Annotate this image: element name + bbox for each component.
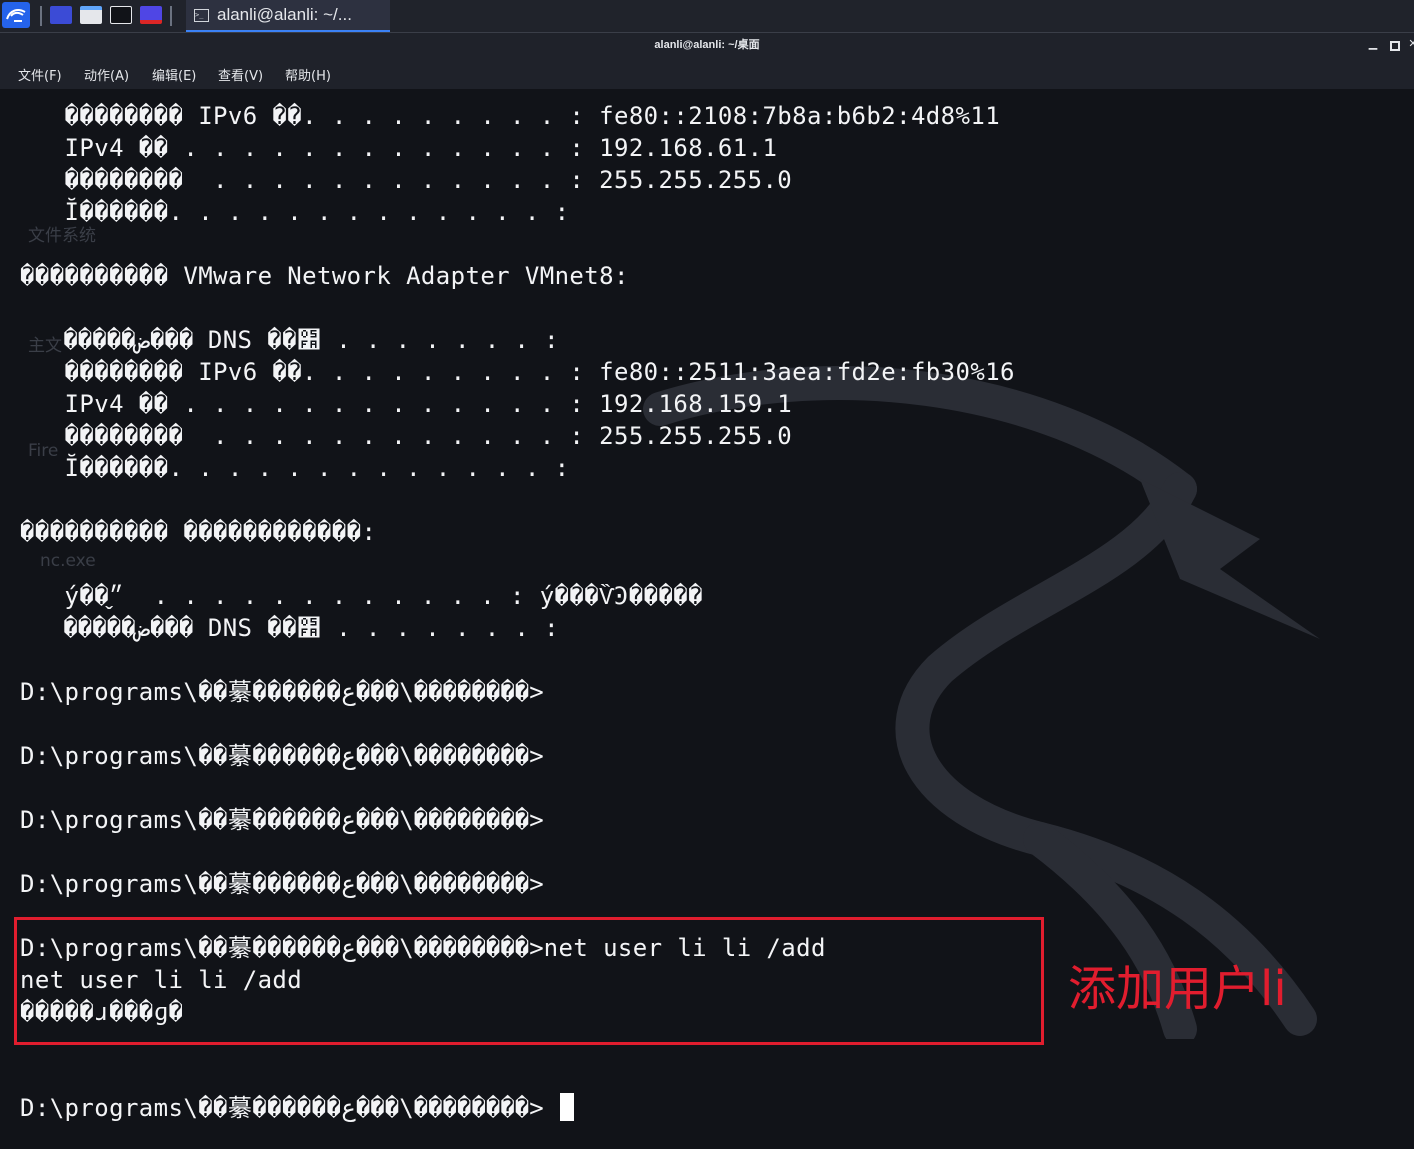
terminal-line: �������� . . . . . . . . . . . . : 255.2… [20, 422, 793, 450]
file-manager-icon[interactable] [80, 6, 102, 24]
terminal-cursor [560, 1093, 574, 1121]
menu-bar: 文件(F) 动作(A) 编辑(E) 查看(V) 帮助(H) [0, 57, 1414, 89]
terminal-line: Ĭ������. . . . . . . . . . . . . : [20, 454, 570, 482]
desktop-ghost-label: nc.exe [40, 551, 96, 571]
top-panel: >_ alanli@alanli: ~/... [0, 0, 1414, 33]
task-title: alanli@alanli: ~/... [217, 5, 352, 24]
taskbar-terminal-task[interactable]: >_ alanli@alanli: ~/... [186, 0, 390, 32]
menu-edit[interactable]: 编辑(E) [152, 65, 196, 84]
menu-action[interactable]: 动作(A) [84, 65, 129, 84]
terminal-line: D:\programs\��繤������ع���\��������> [20, 742, 544, 770]
panel-separator [170, 6, 172, 26]
terminal-line: �������� . . . . . . . . . . . . : 255.2… [20, 166, 793, 194]
menu-file[interactable]: 文件(F) [18, 65, 62, 84]
close-icon[interactable]: ✕ [1408, 38, 1414, 49]
panel-separator [40, 6, 42, 26]
terminal-line: �����ض��� DNS ��׺ . . . . . . . : [20, 614, 559, 642]
terminal-line: �������� IPv6 ��. . . . . . . . . : fe80… [20, 358, 1015, 386]
terminal-line: Ĭ������. . . . . . . . . . . . . : [20, 198, 570, 226]
terminal-line: IPv4 �� . . . . . . . . . . . . . : 192.… [20, 134, 778, 162]
terminal-line: D:\programs\��繤������ع���\��������> [20, 678, 544, 706]
window-title: alanli@alanli: ~/桌面 [654, 39, 760, 51]
terminal-line: ���������� VMware Network Adapter VMnet8… [20, 262, 629, 290]
terminal-line: D:\programs\��繤������ع���\��������> [20, 1094, 544, 1122]
terminal-line: D:\programs\��繤������ع���\��������> [20, 870, 544, 898]
kali-menu-icon[interactable] [2, 2, 30, 28]
menu-help[interactable]: 帮助(H) [285, 65, 331, 84]
annotation-label: 添加用户li [1068, 961, 1287, 1017]
window-titlebar[interactable]: alanli@alanli: ~/桌面 ▁ ✕ [0, 33, 1414, 57]
terminal-line: �������� IPv6 ��. . . . . . . . . : fe80… [20, 102, 1001, 130]
terminal-line: IPv4 �� . . . . . . . . . . . . . : 192.… [20, 390, 793, 418]
menu-view[interactable]: 查看(V) [218, 65, 263, 84]
terminal-output[interactable]: 文件系统 主文 Fire nc.exe �������� IPv6 ��. . … [0, 89, 1414, 1149]
terminal-icon: >_ [194, 8, 209, 22]
terminal-launcher-icon[interactable] [110, 6, 132, 24]
maximize-button[interactable] [1390, 41, 1400, 51]
terminal-line: D:\programs\��繤������ع���\��������> [20, 806, 544, 834]
terminal-line: ý��״̬ . . . . . . . . . . . . : ý���ѶϿ��… [20, 582, 703, 610]
screen-recorder-icon[interactable] [140, 6, 162, 24]
show-desktop-icon[interactable] [50, 6, 72, 24]
highlight-box [14, 917, 1044, 1045]
minimize-button[interactable]: ▁ [1368, 38, 1378, 49]
terminal-line: �����ض��� DNS ��׺ . . . . . . . : [20, 326, 559, 354]
terminal-line: ���������� ������������: [20, 518, 377, 546]
